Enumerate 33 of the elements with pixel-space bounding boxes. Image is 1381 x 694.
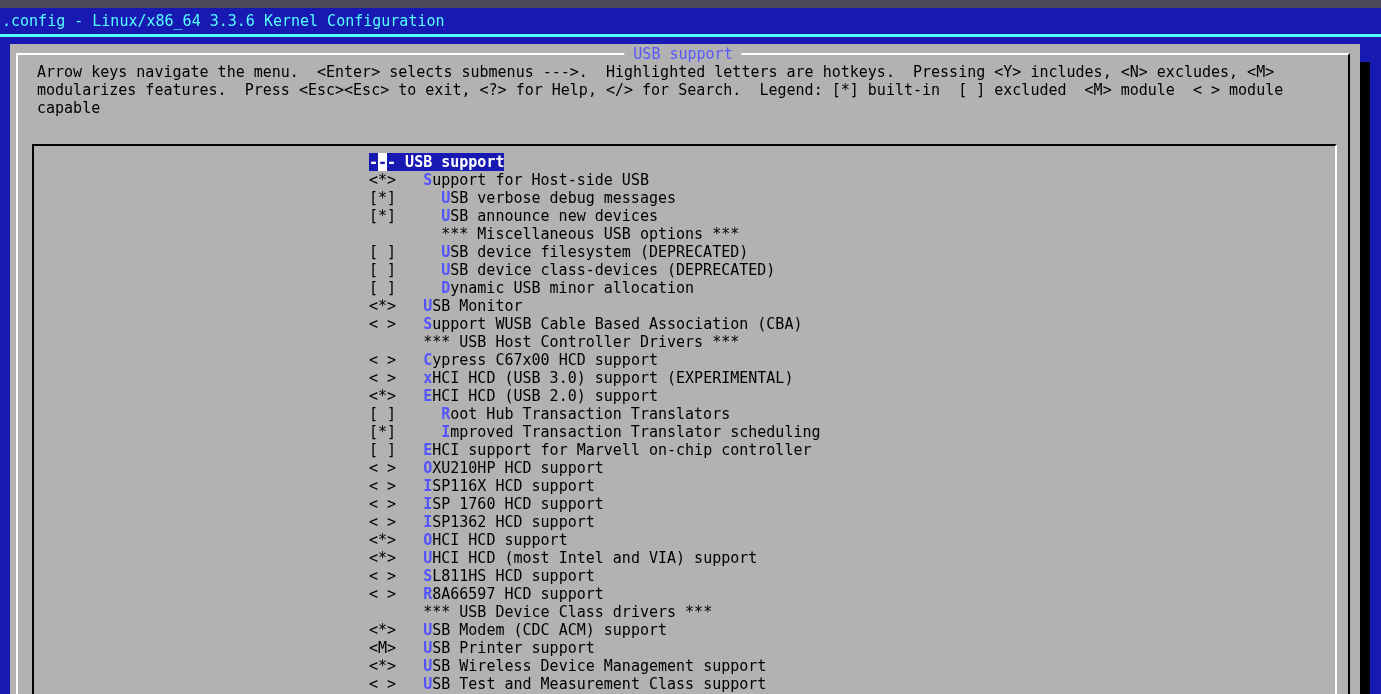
menu-item[interactable]: <*> EHCI HCD (USB 2.0) support <box>369 387 658 405</box>
menu-item[interactable]: <*> USB Modem (CDC ACM) support <box>369 621 667 639</box>
menu-item[interactable]: [*] USB verbose debug messages <box>369 189 677 207</box>
menu-item[interactable]: [ ] EHCI support for Marvell on-chip controller <box>369 441 812 459</box>
menu-item[interactable]: <M> USB Printer support <box>369 639 595 657</box>
menu-item[interactable]: < > SL811HS HCD support <box>369 567 595 585</box>
menu-item[interactable]: [*] Improved Transaction Translator scheduling <box>369 423 821 441</box>
menu-item[interactable]: <*> OHCI HCD support <box>369 531 568 549</box>
menu-item[interactable]: [ ] USB device filesystem (DEPRECATED) <box>369 243 749 261</box>
menu-item[interactable]: <*> UHCI HCD (most Intel and VIA) support <box>369 549 758 567</box>
menu-comment: *** Miscellaneous USB options *** <box>440 225 740 243</box>
dialog-title: USB support <box>624 45 742 63</box>
menu-item[interactable]: < > Cypress C67x00 HCD support <box>369 351 658 369</box>
menu-item[interactable]: < > ISP 1760 HCD support <box>369 495 604 513</box>
menu-item[interactable]: <*> Support for Host-side USB <box>369 171 649 189</box>
menu-item[interactable]: <*> USB Monitor <box>369 297 523 315</box>
menu-item[interactable]: <*> USB Wireless Device Management support <box>369 657 767 675</box>
menu-item[interactable]: [ ] USB device class-devices (DEPRECATED) <box>369 261 776 279</box>
menu-comment: *** USB Host Controller Drivers *** <box>422 333 740 351</box>
menu-item[interactable]: [ ] Root Hub Transaction Translators <box>369 405 731 423</box>
menu-comment: *** USB Device Class drivers *** <box>422 603 713 621</box>
menu-item[interactable]: < > R8A66597 HCD support <box>369 585 604 603</box>
menu-item[interactable]: [*] USB announce new devices <box>369 207 658 225</box>
menu-item[interactable]: --- USB support <box>369 153 505 171</box>
menu-item[interactable]: < > xHCI HCD (USB 3.0) support (EXPERIMENTAL) <box>369 369 794 387</box>
help-text: Arrow keys navigate the menu. <Enter> selects submenus --->. Highlighted letters are hotkeys. Pressing <Y> includes, <N> excludes, <M> modularizes features. Press <Esc><Esc> to exit, <?> for Help, </> for Search. Legend: [*] built-in [ ] excluded <M> module < > module capable <box>37 63 1285 117</box>
menu-item[interactable]: < > ISP1362 HCD support <box>369 513 595 531</box>
menu-item[interactable]: < > ISP116X HCD support <box>369 477 595 495</box>
window-title: .config - Linux/x86_64 3.3.6 Kernel Configuration <box>1 11 446 32</box>
menu-item[interactable]: < > Support WUSB Cable Based Association (CBA) <box>369 315 803 333</box>
menu-item[interactable]: < > OXU210HP HCD support <box>369 459 604 477</box>
menu-item[interactable]: [ ] Dynamic USB minor allocation <box>369 279 695 297</box>
menu-item[interactable]: < > USB Test and Measurement Class support <box>369 675 767 693</box>
